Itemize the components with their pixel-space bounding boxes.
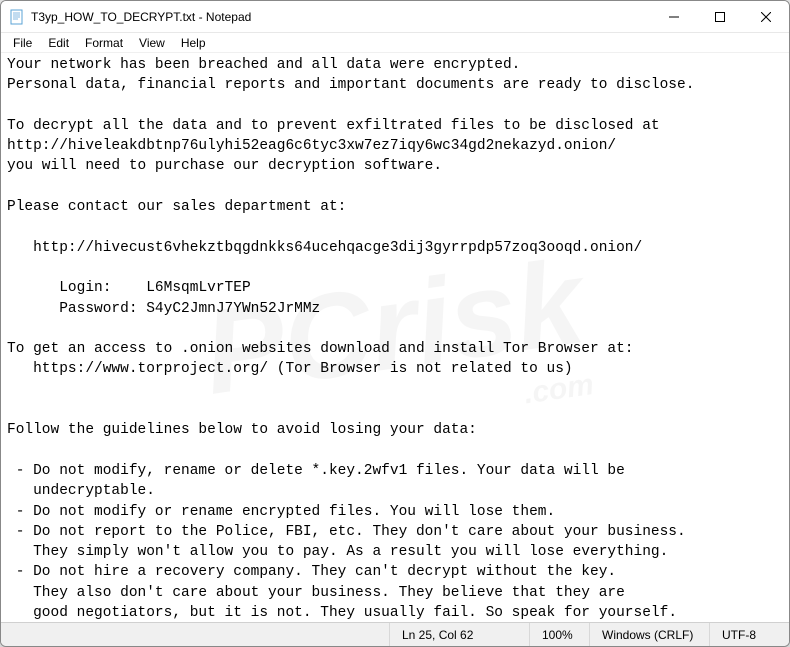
status-spacer — [1, 623, 389, 646]
menubar: File Edit Format View Help — [1, 33, 789, 53]
text-area[interactable]: Your network has been breached and all d… — [1, 53, 789, 622]
minimize-button[interactable] — [651, 1, 697, 32]
menu-help[interactable]: Help — [173, 35, 214, 51]
menu-view[interactable]: View — [131, 35, 173, 51]
window-title: T3yp_HOW_TO_DECRYPT.txt - Notepad — [31, 10, 651, 24]
document-text: Your network has been breached and all d… — [7, 57, 694, 622]
status-zoom: 100% — [529, 623, 589, 646]
close-button[interactable] — [743, 1, 789, 32]
menu-edit[interactable]: Edit — [40, 35, 77, 51]
status-position: Ln 25, Col 62 — [389, 623, 529, 646]
status-lineending: Windows (CRLF) — [589, 623, 709, 646]
notepad-icon — [9, 9, 25, 25]
notepad-window: T3yp_HOW_TO_DECRYPT.txt - Notepad File E… — [0, 0, 790, 647]
titlebar: T3yp_HOW_TO_DECRYPT.txt - Notepad — [1, 1, 789, 33]
statusbar: Ln 25, Col 62 100% Windows (CRLF) UTF-8 — [1, 622, 789, 646]
status-encoding: UTF-8 — [709, 623, 789, 646]
window-controls — [651, 1, 789, 32]
menu-file[interactable]: File — [5, 35, 40, 51]
maximize-button[interactable] — [697, 1, 743, 32]
menu-format[interactable]: Format — [77, 35, 131, 51]
